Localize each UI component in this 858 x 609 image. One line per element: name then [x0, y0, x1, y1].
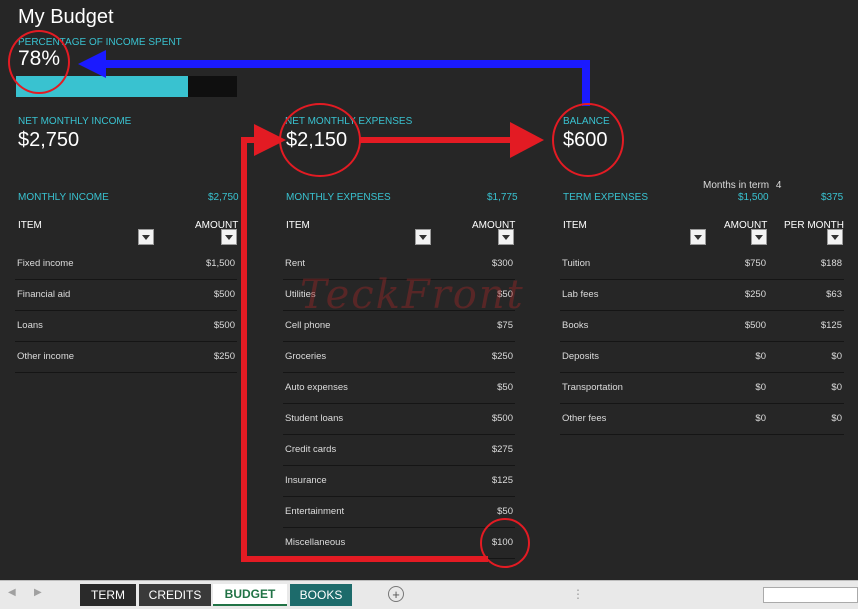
expenses-highlight-circle [279, 103, 361, 177]
tab-credits[interactable]: CREDITS [139, 584, 211, 606]
red-arrow-right-head [510, 122, 544, 158]
prev-sheet-icon[interactable]: ◀ [8, 587, 16, 598]
sheet-tab-bar: ◀ ▶ TERM CREDITS BUDGET BOOKS + ⋮ [0, 580, 858, 609]
blue-arrow-line [100, 60, 590, 106]
horizontal-scrollbar[interactable] [763, 587, 858, 603]
next-sheet-icon[interactable]: ▶ [34, 587, 42, 598]
add-sheet-icon: + [392, 586, 400, 602]
blue-arrow-head [78, 50, 106, 78]
balance-highlight-circle [552, 103, 624, 177]
annotation-overlay [78, 50, 590, 562]
percent-highlight-circle [8, 30, 70, 94]
tab-budget[interactable]: BUDGET [213, 584, 287, 606]
red-arrow-left-line [241, 137, 488, 562]
tab-books[interactable]: BOOKS [290, 584, 352, 606]
add-sheet-button[interactable]: + [388, 586, 404, 602]
tab-splitter-icon[interactable]: ⋮ [572, 587, 584, 601]
tab-term[interactable]: TERM [80, 584, 136, 606]
miscellaneous-highlight-circle [480, 518, 530, 568]
